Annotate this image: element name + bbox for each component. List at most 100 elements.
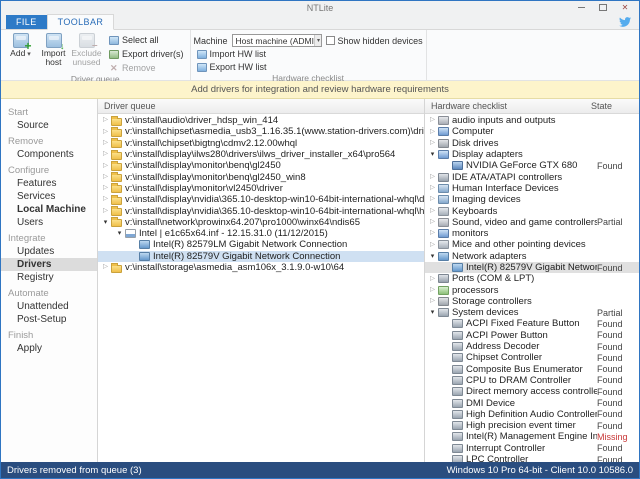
hw-acpi-power-button[interactable]: ACPI Power Button Found: [425, 330, 639, 341]
driver-v-install-chipset-bigtng-cdmv2-12-00whql[interactable]: ▷ v:\install\chipset\bigtng\cdmv2.12.00w…: [98, 138, 424, 149]
hw-disk-drives[interactable]: ▷ Disk drives: [425, 138, 639, 149]
sidebar-source[interactable]: Source: [1, 119, 97, 132]
hw-composite-bus-enumerator[interactable]: Composite Bus Enumerator Found: [425, 364, 639, 375]
maximize-icon[interactable]: [598, 3, 608, 13]
driver-intel-r-82579v-gigabit-network-connectio[interactable]: Intel(R) 82579V Gigabit Network Connecti…: [98, 251, 424, 262]
tab-file[interactable]: FILE: [6, 15, 47, 29]
hw-network-adapters[interactable]: ▾ Network adapters: [425, 251, 639, 262]
sidebar-drivers[interactable]: Drivers: [1, 258, 97, 271]
expand-icon[interactable]: ▷: [100, 163, 111, 170]
hw-acpi-fixed-feature-button[interactable]: ACPI Fixed Feature Button Found: [425, 318, 639, 329]
expand-icon[interactable]: ▷: [427, 208, 438, 215]
add-button[interactable]: Add▾: [4, 31, 37, 61]
expand-icon[interactable]: ▾: [427, 151, 438, 158]
sidebar-features[interactable]: Features: [1, 177, 97, 190]
expand-icon[interactable]: ▷: [427, 174, 438, 181]
expand-icon[interactable]: ▷: [100, 264, 111, 271]
sidebar-updates[interactable]: Updates: [1, 245, 97, 258]
export-hw-list-button[interactable]: Export HW list: [194, 61, 423, 73]
sidebar-registry[interactable]: Registry: [1, 271, 97, 284]
hw-mice-and-other-pointing-devices[interactable]: ▷ Mice and other pointing devices: [425, 239, 639, 250]
hw-address-decoder[interactable]: Address Decoder Found: [425, 341, 639, 352]
driver-v-install-display-monitor-benq-gl2450[interactable]: ▷ v:\install\display\monitor\benq\gl2450: [98, 160, 424, 171]
hw-system-devices[interactable]: ▾ System devices Partial: [425, 307, 639, 318]
expand-icon[interactable]: ▷: [100, 196, 111, 203]
import-hw-list-button[interactable]: Import HW list: [194, 48, 423, 60]
sidebar-apply[interactable]: Apply: [1, 342, 97, 355]
expand-icon[interactable]: ▷: [427, 287, 438, 294]
driver-v-install-display-ilws280-drivers-ilws-d[interactable]: ▷ v:\install\display\ilws280\drivers\ilw…: [98, 149, 424, 160]
expand-icon[interactable]: ▷: [427, 219, 438, 226]
expand-icon[interactable]: ▷: [100, 174, 111, 181]
driver-v-install-display-nvidia-365-10-desktop-[interactable]: ▷ v:\install\display\nvidia\365.10-deskt…: [98, 205, 424, 216]
hw-high-precision-event-timer[interactable]: High precision event timer Found: [425, 420, 639, 431]
driver-v-install-storage-asmedia-asm106x-3-1-9-[interactable]: ▷ v:\install\storage\asmedia_asm106x_3.1…: [98, 262, 424, 273]
hw-intel-r-management-engine-interface[interactable]: Intel(R) Management Engine Interface Mis…: [425, 431, 639, 442]
driver-intel-r-82579lm-gigabit-network-connecti[interactable]: Intel(R) 82579LM Gigabit Network Connect…: [98, 239, 424, 250]
hw-direct-memory-access-controller[interactable]: Direct memory access controller Found: [425, 386, 639, 397]
sidebar-users[interactable]: Users: [1, 216, 97, 229]
expand-icon[interactable]: ▷: [427, 230, 438, 237]
expand-icon[interactable]: ▷: [100, 185, 111, 192]
select-all-button[interactable]: Select all: [106, 34, 187, 46]
machine-select[interactable]: Host machine (ADMI ▾: [232, 34, 322, 47]
expand-icon[interactable]: ▷: [100, 117, 111, 124]
expand-icon[interactable]: ▷: [427, 117, 438, 124]
show-hidden-checkbox[interactable]: Show hidden devices: [326, 36, 423, 46]
hw-intel-r-82579v-gigabit-network-connectio[interactable]: Intel(R) 82579V Gigabit Network Connecti…: [425, 262, 639, 273]
hw-ide-ata-atapi-controllers[interactable]: ▷ IDE ATA/ATAPI controllers: [425, 171, 639, 182]
state-column-header[interactable]: State: [591, 101, 633, 111]
hw-audio-inputs-and-outputs[interactable]: ▷ audio inputs and outputs: [425, 115, 639, 126]
hw-chipset-controller[interactable]: Chipset Controller Found: [425, 352, 639, 363]
expand-icon[interactable]: ▾: [114, 230, 125, 237]
hw-keyboards[interactable]: ▷ Keyboards: [425, 205, 639, 216]
hw-computer[interactable]: ▷ Computer: [425, 126, 639, 137]
hw-high-definition-audio-controller[interactable]: High Definition Audio Controller Found: [425, 409, 639, 420]
expand-icon[interactable]: ▷: [100, 208, 111, 215]
expand-icon[interactable]: ▷: [427, 129, 438, 136]
expand-icon[interactable]: ▷: [427, 185, 438, 192]
driver-v-install-display-monitor-vl2450-driver[interactable]: ▷ v:\install\display\monitor\vl2450\driv…: [98, 183, 424, 194]
hw-dmi-device[interactable]: DMI Device Found: [425, 397, 639, 408]
expand-icon[interactable]: ▷: [100, 151, 111, 158]
expand-icon[interactable]: ▷: [100, 140, 111, 147]
expand-icon[interactable]: ▷: [100, 129, 111, 136]
hw-nvidia-geforce-gtx-680[interactable]: NVIDIA GeForce GTX 680 Found: [425, 160, 639, 171]
hw-storage-controllers[interactable]: ▷ Storage controllers: [425, 296, 639, 307]
hw-display-adapters[interactable]: ▾ Display adapters: [425, 149, 639, 160]
sidebar-local-machine[interactable]: Local Machine: [1, 203, 97, 216]
hw-lpc-controller[interactable]: LPC Controller Found: [425, 454, 639, 462]
driver-intel-e1c65x64-inf-12-15-31-0-11-12-2015[interactable]: ▾ Intel | e1c65x64.inf - 12.15.31.0 (11/…: [98, 228, 424, 239]
sidebar-unattended[interactable]: Unattended: [1, 300, 97, 313]
driver-v-install-network-prowinx64-207-pro1000-[interactable]: ▾ v:\install\network\prowinx64.207\pro10…: [98, 217, 424, 228]
expand-icon[interactable]: ▷: [427, 298, 438, 305]
driver-v-install-display-monitor-benq-gl2450-wi[interactable]: ▷ v:\install\display\monitor\benq\gl2450…: [98, 171, 424, 182]
driver-v-install-audio-driver-hdsp-win-414[interactable]: ▷ v:\install\audio\driver_hdsp_win_414: [98, 115, 424, 126]
hardware-header-label[interactable]: Hardware checklist: [431, 101, 507, 111]
hw-processors[interactable]: ▷ processors: [425, 284, 639, 295]
expand-icon[interactable]: ▷: [427, 242, 438, 249]
sidebar-post-setup[interactable]: Post-Setup: [1, 313, 97, 326]
hw-interrupt-controller[interactable]: Interrupt Controller Found: [425, 443, 639, 454]
close-icon[interactable]: [620, 3, 630, 13]
sidebar-components[interactable]: Components: [1, 148, 97, 161]
export-drivers-button[interactable]: Export driver(s): [106, 48, 187, 60]
twitter-icon[interactable]: [618, 16, 632, 28]
hw-ports-com-lpt[interactable]: ▷ Ports (COM & LPT): [425, 273, 639, 284]
minimize-icon[interactable]: [576, 3, 586, 13]
hw-human-interface-devices[interactable]: ▷ Human Interface Devices: [425, 183, 639, 194]
hw-imaging-devices[interactable]: ▷ Imaging devices: [425, 194, 639, 205]
expand-icon[interactable]: ▾: [427, 309, 438, 316]
expand-icon[interactable]: ▾: [100, 219, 111, 226]
hw-monitors[interactable]: ▷ monitors: [425, 228, 639, 239]
expand-icon[interactable]: ▷: [427, 140, 438, 147]
expand-icon[interactable]: ▷: [427, 196, 438, 203]
driver-v-install-display-nvidia-365-10-desktop-[interactable]: ▷ v:\install\display\nvidia\365.10-deskt…: [98, 194, 424, 205]
import-host-button[interactable]: Import host: [37, 31, 70, 70]
tab-toolbar[interactable]: TOOLBAR: [47, 14, 115, 30]
expand-icon[interactable]: ▾: [427, 253, 438, 260]
hw-cpu-to-dram-controller[interactable]: CPU to DRAM Controller Found: [425, 375, 639, 386]
hw-sound-video-and-game-controllers[interactable]: ▷ Sound, video and game controllers Part…: [425, 217, 639, 228]
sidebar-services[interactable]: Services: [1, 190, 97, 203]
driver-v-install-chipset-asmedia-usb3-1-16-35-1[interactable]: ▷ v:\install\chipset\asmedia_usb3_1.16.3…: [98, 126, 424, 137]
